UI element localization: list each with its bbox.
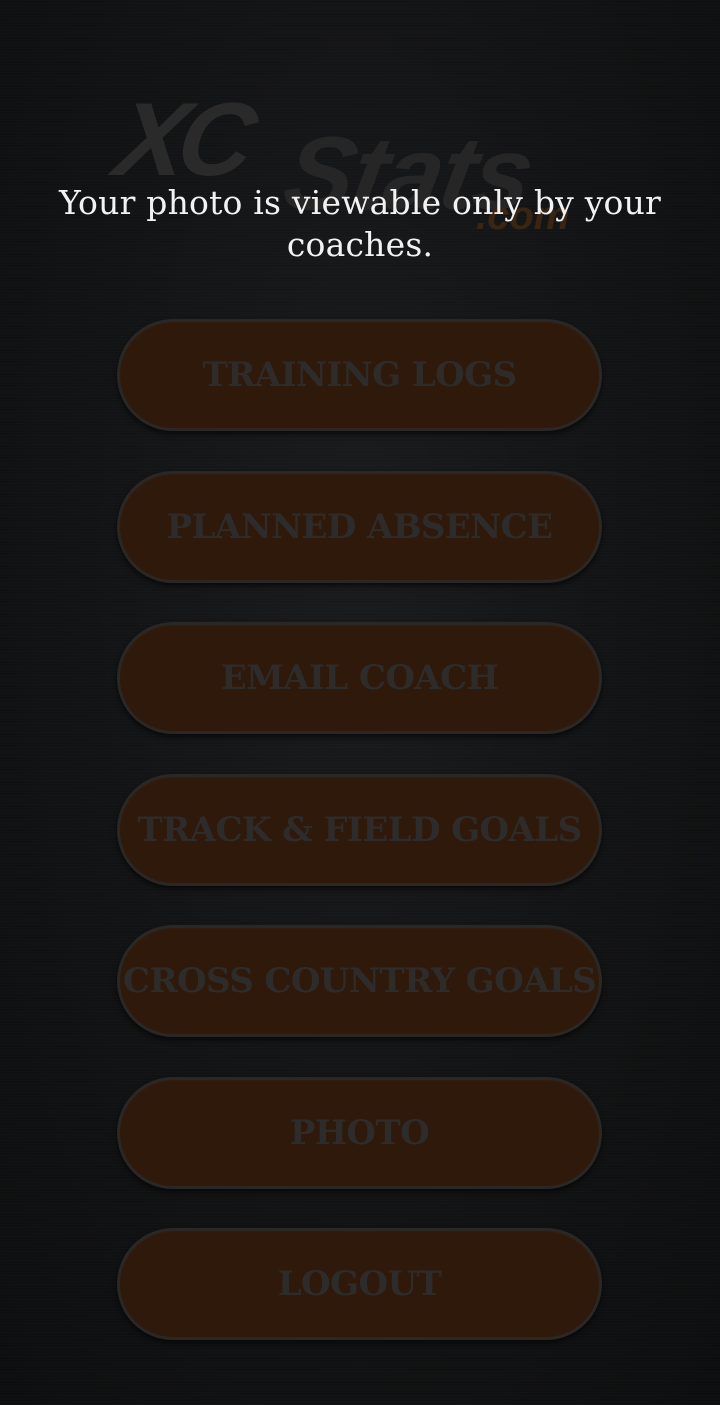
- cross-country-goals-button[interactable]: CROSS COUNTRY GOALS: [117, 925, 602, 1037]
- logout-label: LOGOUT: [277, 1264, 442, 1304]
- planned-absence-button[interactable]: PLANNED ABSENCE: [117, 470, 602, 583]
- email-coach-button[interactable]: EMAIL COACH: [117, 622, 602, 734]
- photo-button[interactable]: PHOTO: [117, 1076, 602, 1189]
- email-coach-label: EMAIL COACH: [220, 658, 499, 698]
- logout-button[interactable]: LOGOUT: [117, 1228, 602, 1340]
- cross-country-goals-label: CROSS COUNTRY GOALS: [122, 961, 597, 1001]
- training-logs-label: TRAINING LOGS: [202, 355, 517, 395]
- logo-xc-text: XC: [107, 82, 257, 198]
- training-logs-button[interactable]: TRAINING LOGS: [117, 319, 602, 431]
- track-field-goals-label: TRACK & FIELD GOALS: [137, 809, 582, 850]
- main-menu: TRAINING LOGS PLANNED ABSENCE EMAIL COAC…: [117, 319, 602, 1380]
- planned-absence-label: PLANNED ABSENCE: [166, 506, 553, 547]
- photo-privacy-message: Your photo is viewable only by your coac…: [58, 183, 662, 264]
- photo-label: PHOTO: [289, 1112, 430, 1153]
- track-field-goals-button[interactable]: TRACK & FIELD GOALS: [117, 773, 602, 886]
